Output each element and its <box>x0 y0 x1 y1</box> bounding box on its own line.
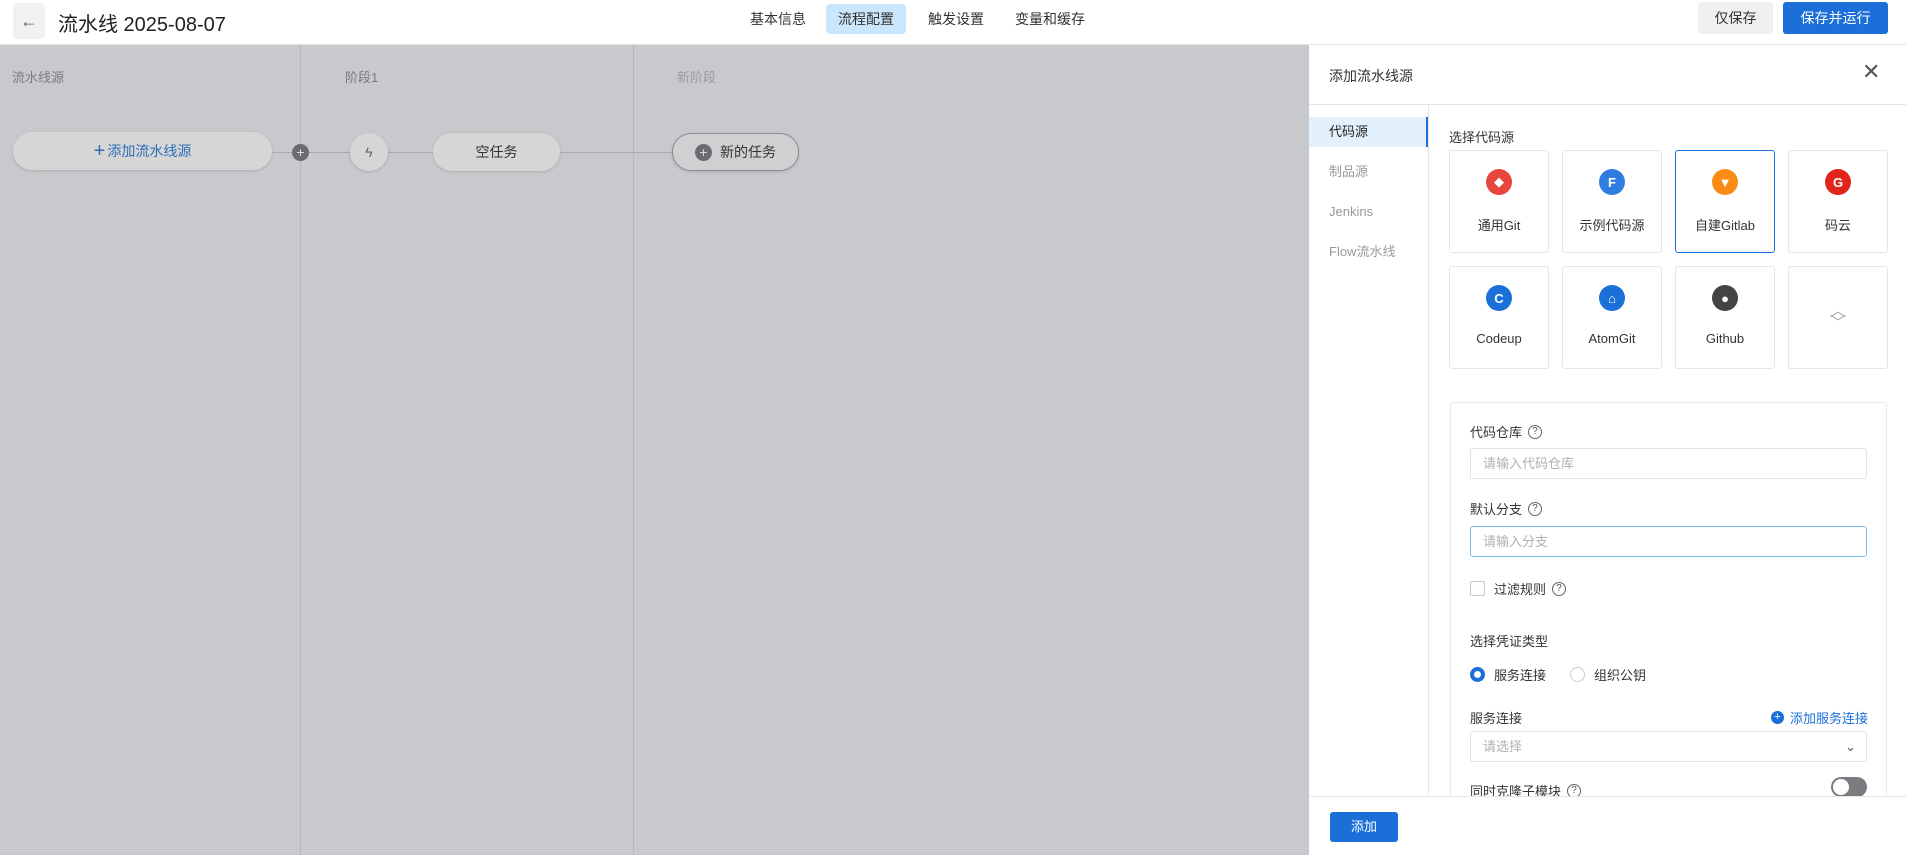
tab-basic-info[interactable]: 基本信息 <box>738 4 818 34</box>
codeup-icon: C <box>1486 285 1512 311</box>
add-service-connection-link[interactable]: + 添加服务连接 <box>1770 708 1868 727</box>
plus-icon: + <box>93 139 106 162</box>
plus-circle-icon: + <box>1770 711 1784 724</box>
radio-unchecked[interactable] <box>1570 667 1585 682</box>
repo-input[interactable]: 请输入代码仓库 <box>1470 448 1867 479</box>
pipeline-canvas: 流水线源 阶段1 新阶段 + 添加流水线源 + ϟ 空任务 + 新的任务 <box>0 45 1309 855</box>
add-source-drawer: 添加流水线源 ✕ 代码源 制品源 Jenkins Flow流水线 选择代码源 ◆… <box>1309 45 1906 855</box>
help-icon[interactable]: ? <box>1552 581 1567 596</box>
chevron-down-icon: ⌄ <box>1845 739 1856 754</box>
column-divider <box>300 45 301 855</box>
new-task-button[interactable]: + 新的任务 <box>672 133 799 171</box>
repo-label: 代码仓库? <box>1470 422 1543 441</box>
drawer-title: 添加流水线源 <box>1329 68 1413 84</box>
sidebar-item-flow[interactable]: Flow流水线 <box>1309 237 1428 267</box>
source-card[interactable]: ▼ 自建Gitlab <box>1675 150 1775 253</box>
service-connection-label: 服务连接 <box>1470 711 1523 726</box>
save-and-run-button[interactable]: 保存并运行 <box>1783 2 1888 34</box>
submodule-toggle[interactable] <box>1831 777 1867 797</box>
tab-variables-cache[interactable]: 变量和缓存 <box>1003 4 1097 34</box>
gitee-icon: G <box>1825 169 1851 195</box>
source-config-form: 代码仓库? 请输入代码仓库 默认分支? 请输入分支 过滤规则? 选择凭证类型 服… <box>1450 402 1887 802</box>
service-connection-select[interactable]: 请选择 ⌄ <box>1470 731 1867 762</box>
source-card[interactable]: ⌂ AtomGit <box>1562 266 1662 369</box>
trigger-lightning-icon[interactable]: ϟ <box>350 133 388 171</box>
source-card-label: 自建Gitlab <box>1695 218 1755 233</box>
source-type-sidebar: 代码源 制品源 Jenkins Flow流水线 <box>1309 105 1429 795</box>
drawer-header: 添加流水线源 ✕ <box>1309 45 1906 105</box>
tab-flow-config[interactable]: 流程配置 <box>826 4 906 34</box>
plus-circle-icon: + <box>695 143 712 161</box>
drawer-footer: 添加 <box>1309 796 1906 855</box>
radio-org-key[interactable]: 组织公钥 <box>1570 665 1646 684</box>
sidebar-item-artifact-source[interactable]: 制品源 <box>1309 157 1428 187</box>
branch-input[interactable]: 请输入分支 <box>1470 526 1867 557</box>
arrow-left-icon: ← <box>20 10 38 31</box>
add-button[interactable]: 添加 <box>1330 812 1398 842</box>
add-stage-plus-icon[interactable]: + <box>292 144 309 161</box>
page-title: 流水线 2025-08-07 <box>58 14 226 36</box>
git-icon: ◆ <box>1486 169 1512 195</box>
help-icon[interactable]: ? <box>1528 501 1543 516</box>
atomgit-icon: ⌂ <box>1599 285 1625 311</box>
gitlab-icon: ▼ <box>1712 169 1738 195</box>
source-card[interactable]: F 示例代码源 <box>1562 150 1662 253</box>
source-card-label: 通用Git <box>1477 218 1521 233</box>
credential-type-label: 选择凭证类型 <box>1470 634 1549 649</box>
branch-label: 默认分支? <box>1470 499 1543 518</box>
radio-checked[interactable] <box>1470 667 1485 682</box>
filter-rules-checkbox[interactable]: 过滤规则? <box>1470 579 1567 598</box>
source-card[interactable]: C Codeup <box>1449 266 1549 369</box>
source-card[interactable]: ● Github <box>1675 266 1775 369</box>
source-card-label: Codeup <box>1476 331 1522 346</box>
select-source-label: 选择代码源 <box>1449 130 1515 145</box>
sidebar-item-jenkins[interactable]: Jenkins <box>1309 197 1428 227</box>
add-source-label: 添加流水线源 <box>107 143 192 159</box>
column-label-new-stage[interactable]: 新阶段 <box>677 67 716 86</box>
source-card[interactable]: G 码云 <box>1788 150 1888 253</box>
column-label-source: 流水线源 <box>12 70 65 85</box>
top-bar: ← 流水线 2025-08-07 基本信息 流程配置 触发设置 变量和缓存 仅保… <box>0 0 1906 45</box>
column-divider <box>633 45 634 855</box>
source-card-label: 示例代码源 <box>1579 218 1645 233</box>
source-card[interactable]: ◆ 通用Git <box>1449 150 1549 253</box>
radio-service-connection[interactable]: 服务连接 <box>1470 665 1546 684</box>
new-task-label: 新的任务 <box>720 144 776 160</box>
source-card-label: AtomGit <box>1588 331 1636 346</box>
empty-task-node[interactable]: 空任务 <box>433 133 560 171</box>
add-source-button[interactable]: + 添加流水线源 <box>13 132 272 170</box>
source-card-label: Github <box>1705 331 1745 346</box>
close-icon[interactable]: ✕ <box>1862 59 1880 85</box>
chevron-up-down-icon: ︿ ﹀ <box>1829 302 1846 332</box>
source-card-label: 码云 <box>1824 218 1851 233</box>
column-label-stage1[interactable]: 阶段1 <box>345 67 378 86</box>
checkbox[interactable] <box>1470 581 1485 596</box>
back-button[interactable]: ← <box>13 3 45 39</box>
expand-more-button[interactable]: ︿ ﹀ <box>1788 266 1888 369</box>
tab-trigger-settings[interactable]: 触发设置 <box>916 4 996 34</box>
flow-f-icon: F <box>1599 169 1625 195</box>
github-icon: ● <box>1712 285 1738 311</box>
help-icon[interactable]: ? <box>1528 424 1543 439</box>
sidebar-item-code-source[interactable]: 代码源 <box>1309 117 1428 147</box>
save-only-button[interactable]: 仅保存 <box>1698 2 1773 34</box>
